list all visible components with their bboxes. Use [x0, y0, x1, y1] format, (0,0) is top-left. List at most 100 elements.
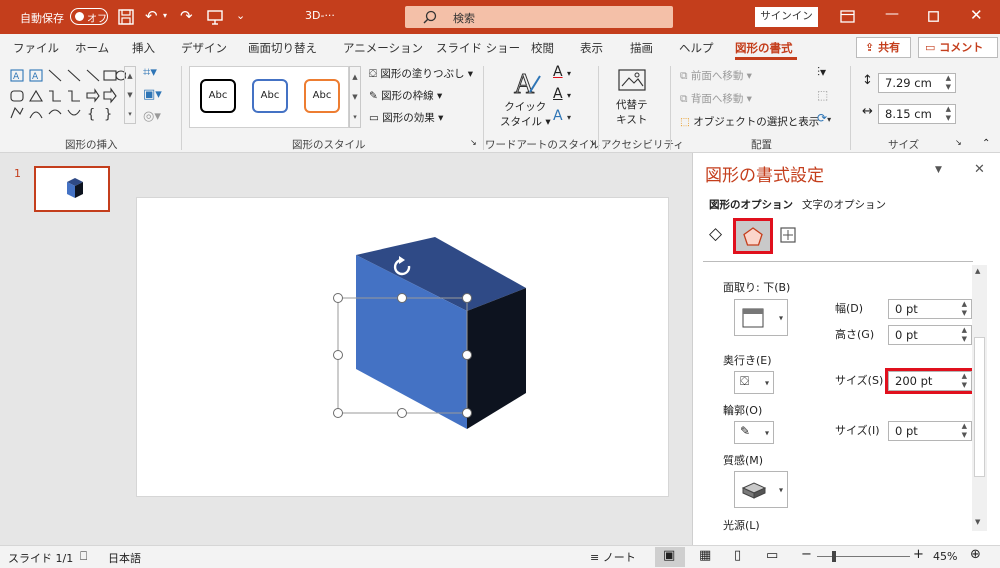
bevel-bottom-dropdown[interactable]: ▾ [734, 299, 788, 336]
tab-shape-options[interactable]: 図形のオプション [709, 197, 793, 212]
shape-width-input[interactable]: 8.15 cm ▲ ▼ [878, 104, 956, 124]
tab-view[interactable]: 表示 [580, 40, 603, 56]
zoom-out-icon[interactable]: − [801, 547, 812, 562]
size-launcher-icon[interactable]: ↘ [955, 138, 962, 147]
text-outline-icon[interactable]: A ▾ [553, 86, 571, 102]
spinner-arrows[interactable]: ▲ ▼ [962, 372, 967, 390]
align-icon[interactable]: ⫶▾ [817, 65, 826, 80]
resize-handle[interactable] [397, 293, 407, 303]
tab-review[interactable]: 校閲 [531, 40, 554, 56]
zoom-level[interactable]: 45% [933, 550, 957, 563]
shape-style-blue[interactable]: Abc [252, 79, 288, 113]
bevel-width-input[interactable]: 0 pt ▲ ▼ [888, 299, 972, 319]
start-slideshow-icon[interactable] [207, 9, 223, 25]
slide-canvas[interactable] [136, 197, 669, 497]
scroll-up-icon[interactable]: ▲ [975, 267, 980, 275]
comment-button[interactable]: ▭ コメント [918, 37, 998, 58]
cube-shape[interactable] [137, 198, 670, 498]
pane-scrollbar[interactable]: ▲ ▼ [972, 265, 987, 531]
slide-thumbnail[interactable] [34, 166, 110, 212]
redo-icon[interactable]: ↷ [180, 7, 193, 25]
search-box[interactable]: 検索 [405, 6, 673, 28]
tab-help[interactable]: ヘルプ [679, 40, 714, 56]
text-fill-icon[interactable]: A ▾ [553, 64, 571, 80]
collapse-ribbon-icon[interactable]: ⌃ [982, 138, 990, 149]
close-pane-icon[interactable]: ✕ [974, 162, 985, 177]
quick-styles-button[interactable]: A クイック スタイル ▾ [500, 68, 551, 129]
tab-file[interactable]: ファイル [13, 40, 59, 56]
rotate-icon[interactable]: ⟳▾ [817, 111, 831, 125]
shapes-gallery[interactable]: A A {} [8, 66, 126, 126]
signin-button[interactable]: サインイン [755, 7, 818, 27]
bevel-height-input[interactable]: 0 pt ▲ ▼ [888, 325, 972, 345]
fill-line-icon[interactable]: ◇ [709, 224, 722, 244]
fit-to-window-icon[interactable]: ⊕ [970, 547, 981, 562]
shape-outline-button[interactable]: ✎ 図形の枠線 ▾ [369, 88, 442, 103]
resize-handle[interactable] [333, 408, 343, 418]
tab-transitions[interactable]: 画面切り替え [248, 40, 317, 56]
shape-style-black[interactable]: Abc [200, 79, 236, 113]
shapes-gallery-scroll[interactable]: ▲ ▼ ▾ [124, 66, 136, 124]
shape-effects-button[interactable]: ▭ 図形の効果 ▾ [369, 110, 443, 125]
spinner-arrows[interactable]: ▲ ▼ [962, 422, 967, 440]
resize-handle[interactable] [333, 350, 343, 360]
edit-shape-icon[interactable]: ⌗▾ [143, 65, 157, 80]
text-effects-icon[interactable]: A ▾ [553, 108, 571, 124]
tab-text-options[interactable]: 文字のオプション [802, 197, 886, 212]
scrollbar-thumb[interactable] [974, 337, 985, 477]
autosave-toggle[interactable]: オフ [70, 8, 108, 25]
tab-design[interactable]: デザイン [181, 40, 227, 56]
spinner-arrows[interactable]: ▲ ▼ [946, 105, 951, 123]
wordart-launcher-icon[interactable]: ↘ [589, 138, 596, 147]
undo-dropdown-icon[interactable]: ▾ [163, 11, 167, 20]
resize-handle[interactable] [462, 350, 472, 360]
shape-style-orange[interactable]: Abc [304, 79, 340, 113]
scroll-down-icon[interactable]: ▼ [975, 518, 980, 526]
shape-height-input[interactable]: 7.29 cm ▲ ▼ [878, 73, 956, 93]
resize-handle[interactable] [462, 408, 472, 418]
shape-fill-button[interactable]: ⛋ 図形の塗りつぶし ▾ [369, 66, 473, 81]
depth-size-input[interactable]: 200 pt ▲ ▼ [888, 371, 972, 391]
notes-button[interactable]: ≡ ノート [590, 549, 636, 565]
normal-view-button[interactable]: ▣ [655, 547, 685, 567]
spinner-arrows[interactable]: ▲ ▼ [962, 300, 967, 318]
contour-size-input[interactable]: 0 pt ▲ ▼ [888, 421, 972, 441]
resize-handle[interactable] [397, 408, 407, 418]
alt-text-button[interactable]: 代替テ キスト [616, 68, 648, 127]
shape-style-gallery-scroll[interactable]: ▲ ▼ ▾ [349, 66, 361, 128]
accessibility-check-icon[interactable]: ⎕ [80, 549, 87, 564]
tab-shape-format[interactable]: 図形の書式 [735, 40, 793, 56]
depth-color-dropdown[interactable]: ⛋ ▾ [734, 371, 774, 394]
tab-home[interactable]: ホーム [75, 40, 109, 56]
material-dropdown[interactable]: ▾ [734, 471, 788, 508]
share-button[interactable]: ⇪ 共有 [856, 37, 911, 58]
pane-options-icon[interactable]: ▼ [935, 165, 942, 175]
size-properties-icon[interactable] [779, 226, 797, 244]
maximize-icon[interactable] [928, 11, 939, 22]
close-window-icon[interactable]: ✕ [970, 6, 983, 24]
language[interactable]: 日本語 [108, 550, 141, 566]
ribbon-display-options-icon[interactable] [840, 10, 855, 23]
tab-animations[interactable]: アニメーション [343, 40, 423, 56]
effects-tab-button[interactable] [733, 218, 773, 254]
spinner-arrows[interactable]: ▲ ▼ [962, 326, 967, 344]
contour-color-dropdown[interactable]: ✎ ▾ [734, 421, 774, 444]
zoom-in-icon[interactable]: + [913, 547, 924, 562]
shape-styles-launcher-icon[interactable]: ↘ [470, 138, 477, 147]
tab-insert[interactable]: 挿入 [132, 40, 155, 56]
zoom-slider-thumb[interactable] [832, 551, 836, 562]
slideshow-view-icon[interactable]: ▭ [766, 548, 778, 563]
tab-slideshow[interactable]: スライド ショー [436, 40, 520, 56]
spinner-arrows[interactable]: ▲ ▼ [946, 74, 951, 92]
customize-qat-icon[interactable]: ⌄ [236, 9, 245, 22]
slide-sorter-icon[interactable]: ▦ [699, 548, 711, 563]
resize-handle[interactable] [333, 293, 343, 303]
undo-icon[interactable]: ↶ [145, 7, 158, 25]
reading-view-icon[interactable]: ▯ [734, 548, 741, 563]
save-icon[interactable] [118, 9, 134, 25]
text-box-icon[interactable]: ▣▾ [143, 87, 162, 102]
minimize-icon[interactable]: — [885, 6, 899, 22]
resize-handle[interactable] [462, 293, 472, 303]
selection-pane-button[interactable]: ⬚ オブジェクトの選択と表示 [680, 114, 819, 129]
tab-draw[interactable]: 描画 [630, 40, 653, 56]
